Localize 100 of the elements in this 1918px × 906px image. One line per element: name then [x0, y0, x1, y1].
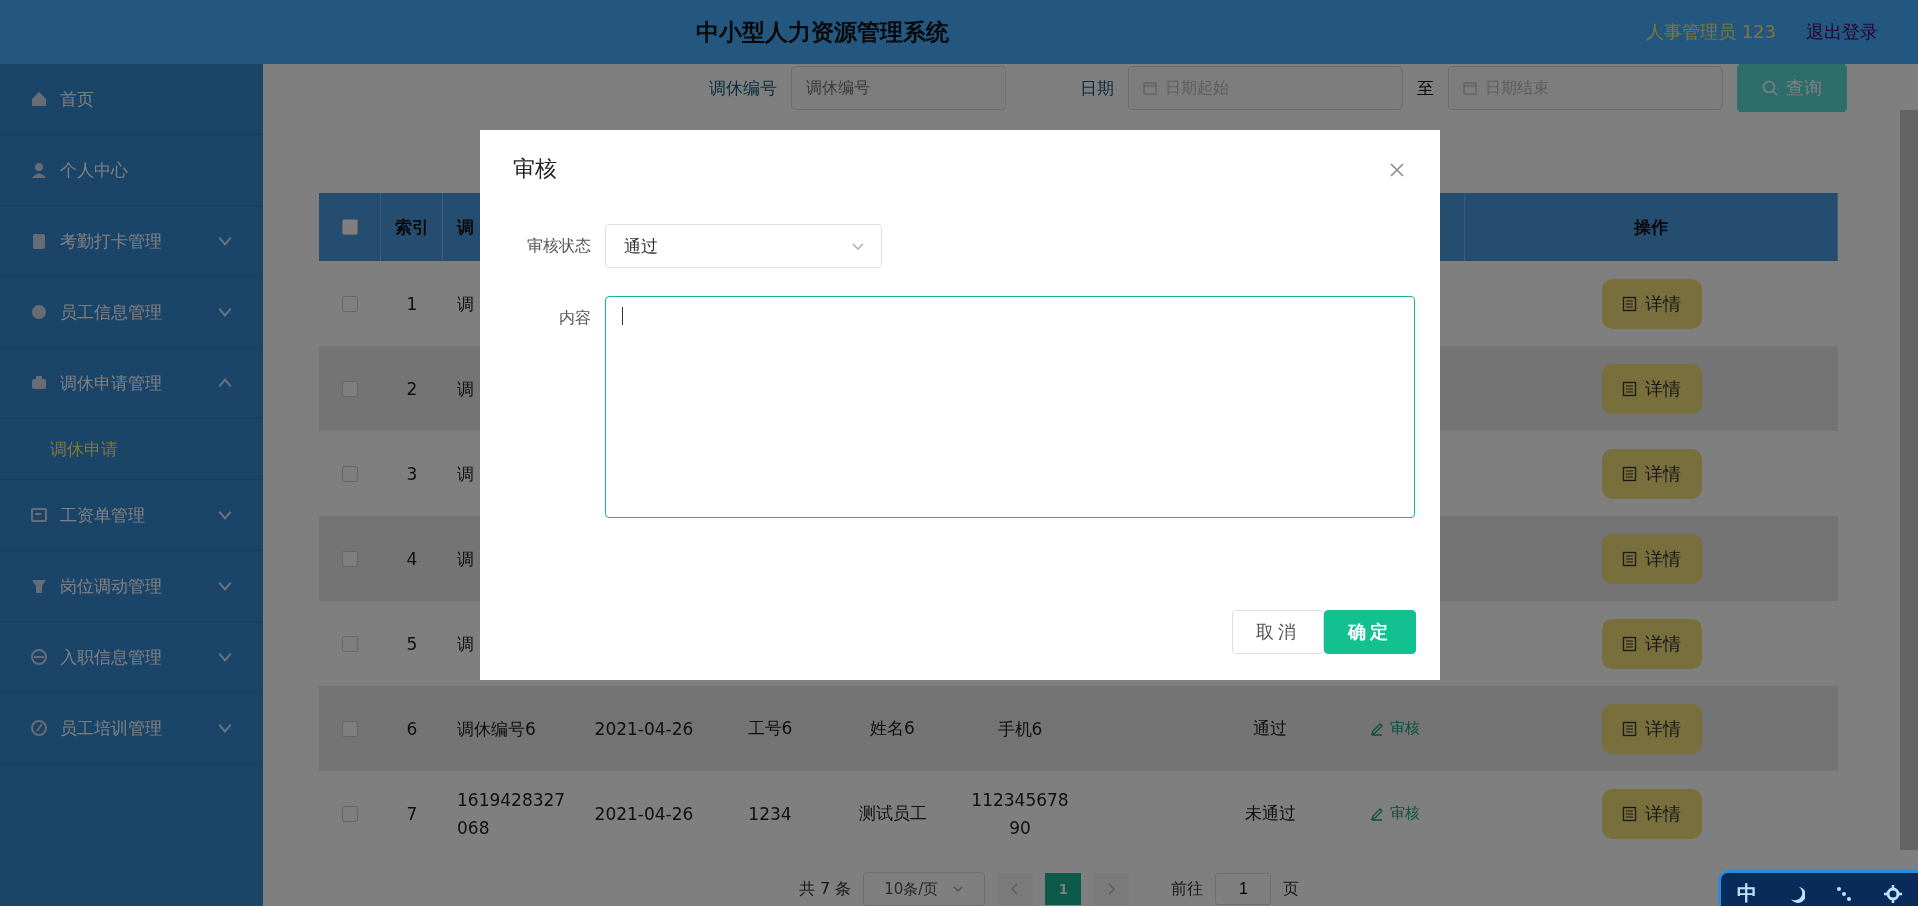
document-icon: [1622, 380, 1637, 397]
checkbox[interactable]: [342, 720, 358, 737]
moon-icon: [1788, 884, 1805, 903]
total-count: 共 7 条: [799, 878, 852, 900]
field-label: 日期: [1080, 76, 1114, 100]
column-header: 调: [457, 215, 474, 239]
checkbox[interactable]: [342, 805, 358, 822]
sidebar-item[interactable]: 首页: [0, 64, 263, 135]
table-cell: 1234: [748, 803, 792, 824]
column-header: 操作: [1634, 215, 1668, 239]
checkbox[interactable]: [341, 219, 358, 235]
document-icon: [1622, 550, 1637, 567]
table-cell: 2: [406, 378, 418, 399]
calendar-icon: [1463, 81, 1477, 95]
table-cell: 6: [406, 718, 418, 739]
table-cell-text: 手机6: [996, 717, 1044, 741]
table-cell-text: 调: [457, 632, 475, 656]
search-icon: [1762, 80, 1778, 96]
document-icon: [1622, 635, 1637, 652]
table-cell-text: 调: [457, 462, 475, 486]
table-cell: 姓名6: [870, 717, 915, 740]
table-cell: 4: [406, 548, 418, 569]
confirm-button[interactable]: 确定: [1324, 610, 1416, 654]
menu-icon: [30, 577, 48, 595]
prev-page-button[interactable]: [997, 873, 1034, 905]
review-link[interactable]: 审核: [1370, 804, 1420, 823]
code-input[interactable]: 调休编号: [791, 66, 1006, 110]
detail-button[interactable]: 详情: [1601, 278, 1702, 329]
table-cell-text: 11234567890: [970, 788, 1070, 840]
table-cell: 3: [406, 463, 418, 484]
menu-icon: [30, 506, 48, 524]
menu-icon: [30, 648, 48, 666]
table-cell-text: 调: [457, 377, 475, 401]
sidebar-item[interactable]: 员工信息管理: [0, 277, 263, 348]
table-cell: 7: [406, 803, 418, 824]
document-icon: [1622, 805, 1637, 822]
detail-button[interactable]: 详情: [1601, 703, 1702, 754]
logout-link[interactable]: 退出登录: [1806, 20, 1878, 44]
field-label: 调休编号: [709, 76, 777, 100]
submenu-item[interactable]: 调休申请: [50, 437, 263, 461]
table-cell-text: 调: [457, 547, 475, 571]
app-title: 中小型人力资源管理系统: [695, 17, 951, 47]
column-header: 索引: [394, 215, 429, 239]
sidebar-item[interactable]: 员工培训管理: [0, 693, 263, 764]
sidebar-item[interactable]: 调休申请管理: [0, 348, 263, 419]
checkbox[interactable]: [342, 550, 358, 567]
page-input[interactable]: 1: [1215, 873, 1272, 905]
menu-icon: [30, 161, 48, 179]
chevron-right-icon: [1106, 883, 1117, 895]
document-icon: [1622, 465, 1637, 482]
detail-button[interactable]: 详情: [1601, 363, 1702, 414]
table-cell-text: 调休编号6: [457, 717, 537, 741]
checkbox[interactable]: [342, 295, 358, 312]
dots-icon: [1836, 885, 1853, 902]
pencil-icon: [1370, 806, 1384, 821]
field-label: 审核状态: [526, 235, 591, 257]
checkbox[interactable]: [342, 465, 358, 482]
content-textarea[interactable]: [605, 296, 1415, 518]
sidebar-item[interactable]: 入职信息管理: [0, 622, 263, 693]
table-cell: 工号6: [747, 717, 793, 740]
user-name: 人事管理员 123: [1645, 20, 1776, 44]
table-cell: 2021-04-26: [594, 718, 694, 739]
sidebar-item[interactable]: 工资单管理: [0, 480, 263, 551]
close-icon: [1390, 163, 1404, 177]
menu-icon: [30, 303, 48, 321]
scroll-bar[interactable]: [1900, 110, 1918, 850]
table-cell-text: 1619428327068: [457, 788, 567, 840]
page-size-select[interactable]: 10条/页: [863, 872, 986, 906]
menu-icon: [30, 719, 48, 737]
checkbox[interactable]: [342, 635, 358, 652]
cancel-button[interactable]: 取消: [1232, 610, 1324, 654]
review-link[interactable]: 审核: [1370, 719, 1420, 738]
detail-button[interactable]: 详情: [1601, 788, 1702, 839]
goto-label: 前往: [1171, 878, 1204, 900]
document-icon: [1622, 720, 1637, 737]
checkbox[interactable]: [342, 380, 358, 397]
next-page-button[interactable]: [1093, 873, 1130, 905]
table-cell: 测试员工: [858, 802, 927, 825]
range-separator: 至: [1417, 76, 1434, 100]
search-button[interactable]: 查询: [1737, 64, 1847, 112]
table-cell: 未通过: [1244, 802, 1296, 825]
pencil-icon: [1370, 721, 1384, 736]
table-cell: 1: [406, 293, 418, 314]
detail-button[interactable]: 详情: [1601, 448, 1702, 499]
menu-icon: [30, 90, 48, 108]
table-cell: 2021-04-26: [594, 803, 694, 824]
ime-toolbar[interactable]: 中: [1718, 870, 1918, 906]
table-cell: 5: [406, 633, 418, 654]
page-suffix: 页: [1283, 878, 1300, 900]
menu-icon: [30, 374, 48, 392]
sidebar-item[interactable]: 个人中心: [0, 135, 263, 206]
detail-button[interactable]: 详情: [1601, 618, 1702, 669]
page-button[interactable]: 1: [1045, 873, 1082, 905]
menu-icon: [30, 232, 48, 250]
sidebar-item[interactable]: 岗位调动管理: [0, 551, 263, 622]
status-select[interactable]: 通过: [605, 224, 882, 268]
sidebar-item[interactable]: 考勤打卡管理: [0, 206, 263, 277]
field-label: 内容: [558, 307, 591, 329]
table-cell: 通过: [1253, 717, 1287, 740]
detail-button[interactable]: 详情: [1601, 533, 1702, 584]
